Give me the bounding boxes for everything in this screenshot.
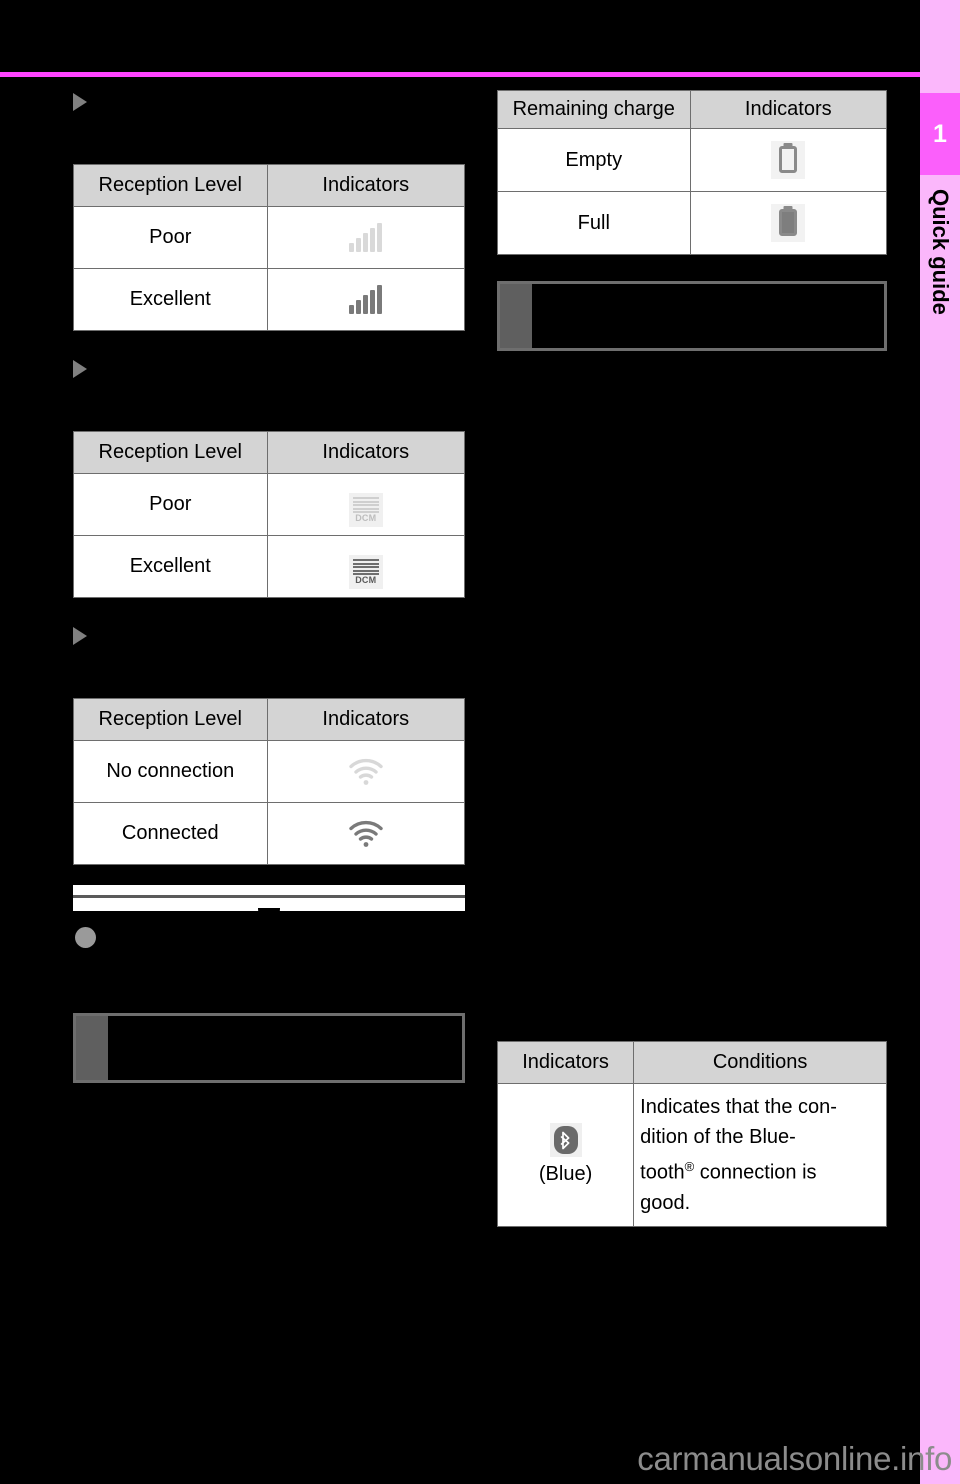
cell-indicator: (Blue)	[496, 1083, 635, 1227]
site-watermark: carmanualsonline.info	[0, 1440, 960, 1478]
table-header-row: Reception Level Indicators	[73, 698, 466, 741]
wifi-connected-icon	[348, 814, 384, 848]
bluetooth-icon-caption: (Blue)	[538, 1163, 593, 1186]
triangle-bullet-icon	[73, 627, 87, 645]
section-heading-dcm	[73, 357, 465, 383]
cell-reception-level: Poor	[73, 473, 268, 536]
cell-indicator	[689, 128, 888, 192]
signal-bars-excellent-icon	[349, 280, 383, 314]
battery-empty-icon	[771, 140, 806, 179]
note-box-body	[108, 1016, 462, 1080]
wifi-no-connection-icon	[348, 752, 384, 786]
dcm-poor-icon: DCM	[348, 492, 383, 527]
cell-remaining-charge: Full	[497, 191, 691, 255]
table-row: Empty	[497, 128, 888, 192]
wifi-reception-table: Reception Level Indicators No connection	[73, 698, 466, 865]
cell-indicator	[266, 206, 466, 269]
condition-line-3-prefix: tooth	[640, 1161, 685, 1184]
header-accent-rule	[0, 72, 920, 77]
column-header-indicators: Indicators	[689, 90, 888, 129]
table-row: (Blue) Indicates that the con- dition of…	[496, 1083, 887, 1227]
table-row: Connected	[73, 802, 466, 865]
chapter-label-text: Quick guide	[928, 189, 953, 315]
chapter-label: Quick guide	[920, 175, 960, 425]
table-row: Full	[497, 191, 888, 255]
column-header-indicators: Indicators	[266, 431, 466, 474]
cell-reception-level: No connection	[73, 740, 268, 803]
note-box-left	[73, 1013, 465, 1083]
triangle-bullet-icon	[73, 360, 87, 378]
right-column: Remaining charge Indicators Empty Full I…	[496, 90, 888, 1227]
cell-indicator: DCM	[266, 535, 466, 598]
bluetooth-icon	[549, 1123, 582, 1158]
table-row: Poor	[73, 206, 466, 269]
note-box-tab	[500, 284, 532, 348]
cell-indicator	[266, 268, 466, 331]
cell-reception-level: Excellent	[73, 268, 268, 331]
chapter-tab-strip-top	[920, 0, 960, 60]
condition-line-1: Indicates that the con-	[640, 1096, 837, 1118]
column-header-indicators: Indicators	[496, 1041, 635, 1084]
bluetooth-conditions-table: Indicators Conditions (Blue) Indicates t…	[496, 1041, 887, 1227]
table-row: Excellent	[73, 268, 466, 331]
condition-line-4: good.	[640, 1191, 691, 1214]
dcm-excellent-icon: DCM	[348, 554, 383, 589]
battery-charge-table: Remaining charge Indicators Empty Full	[497, 90, 888, 255]
section-heading-bullet	[73, 923, 465, 953]
round-bullet-icon	[75, 927, 96, 948]
watermark-main-text: carmanualsonline	[637, 1440, 892, 1477]
manual-page: 1 Quick guide Reception Level Indicators…	[0, 0, 960, 1484]
condition-line-3-suffix: connection is	[694, 1161, 817, 1184]
cell-remaining-charge: Empty	[497, 128, 691, 192]
cellular-reception-table: Reception Level Indicators Poor Excellen…	[73, 164, 466, 331]
table-row: Excellent DCM	[73, 535, 466, 598]
dcm-icon-label: DCM	[355, 575, 377, 586]
left-column: Reception Level Indicators Poor Excellen…	[73, 90, 466, 1083]
cell-reception-level: Excellent	[73, 535, 268, 598]
column-header-reception-level: Reception Level	[73, 431, 268, 474]
table-header-row: Reception Level Indicators	[73, 164, 466, 207]
cell-indicator	[266, 740, 466, 803]
section-heading-cellular	[73, 90, 465, 116]
cell-indicator: DCM	[266, 473, 466, 536]
note-box-body	[532, 284, 884, 348]
chapter-number-badge: 1	[920, 93, 960, 175]
note-box-right	[497, 281, 887, 351]
registered-trademark-symbol: ®	[684, 1159, 695, 1174]
column-header-reception-level: Reception Level	[73, 698, 268, 741]
table-header-row: Reception Level Indicators	[73, 431, 466, 474]
condition-line-2: dition of the Blue-	[640, 1126, 796, 1148]
watermark-tld-text: .info	[891, 1440, 952, 1477]
table-row: No connection	[73, 740, 466, 803]
section-heading-wifi	[73, 624, 465, 650]
battery-full-icon	[771, 203, 806, 242]
dcm-icon-label: DCM	[355, 513, 377, 524]
triangle-bullet-icon	[73, 93, 87, 111]
table-row: Poor DCM	[73, 473, 466, 536]
column-header-remaining-charge: Remaining charge	[497, 90, 691, 129]
column-header-indicators: Indicators	[266, 164, 466, 207]
column-header-reception-level: Reception Level	[73, 164, 268, 207]
signal-bars-poor-icon	[349, 218, 383, 252]
cell-reception-level: Poor	[73, 206, 268, 269]
column-header-conditions: Conditions	[633, 1041, 887, 1084]
section-divider	[73, 885, 465, 920]
table-header-row: Indicators Conditions	[496, 1041, 887, 1084]
cell-indicator	[266, 802, 466, 865]
dcm-reception-table: Reception Level Indicators Poor DCM Exce…	[73, 431, 466, 598]
column-header-indicators: Indicators	[266, 698, 466, 741]
note-box-tab	[76, 1016, 108, 1080]
cell-condition-description: Indicates that the con- dition of the Bl…	[633, 1083, 887, 1227]
cell-reception-level: Connected	[73, 802, 268, 865]
cell-indicator	[689, 191, 888, 255]
table-header-row: Remaining charge Indicators	[497, 90, 888, 129]
